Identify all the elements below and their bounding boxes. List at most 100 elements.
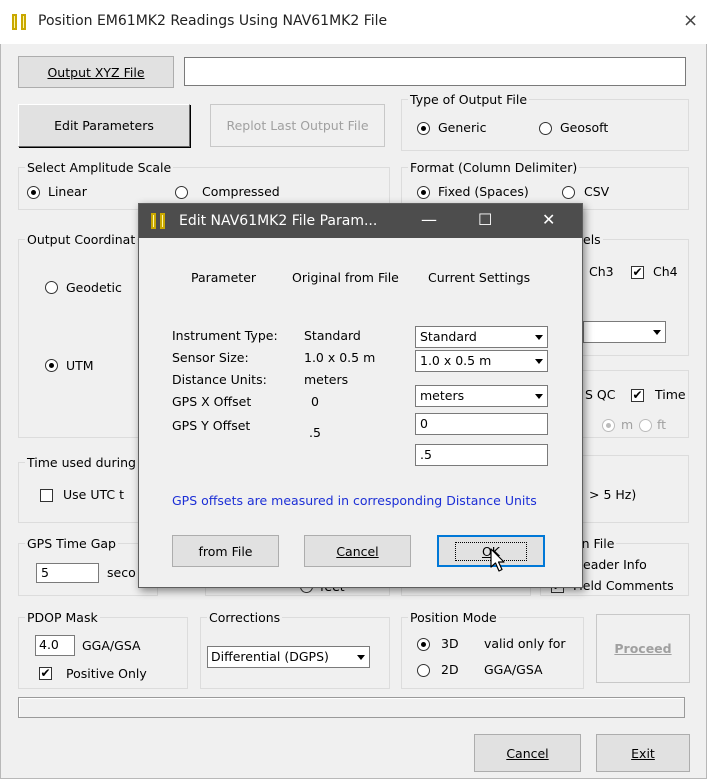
maximize-icon[interactable]: ☐ — [478, 210, 492, 229]
proceed-label: Proceed — [614, 641, 672, 656]
channels-legend: els — [583, 232, 601, 247]
replot-last-output-button[interactable]: Replot Last Output File — [210, 104, 385, 147]
generic-label: Generic — [438, 120, 487, 135]
ch4-checkbox[interactable]: ✔ — [631, 266, 644, 279]
param-original: 1.0 x 0.5 m — [304, 350, 376, 365]
gps-y-offset-input[interactable]: .5 — [415, 444, 548, 466]
mode-note-line1: valid only for — [484, 636, 566, 651]
mode-note-line2: GGA/GSA — [484, 662, 543, 677]
gps-time-gap-unit: seco — [107, 565, 136, 580]
exit-button[interactable]: Exit — [596, 734, 690, 772]
app-icon — [12, 13, 30, 31]
progress-bar — [18, 697, 685, 718]
param-name: GPS Y Offset — [172, 418, 251, 433]
output-path-input[interactable] — [184, 57, 686, 86]
qc-label: S QC — [585, 387, 616, 402]
chevron-down-icon — [530, 328, 546, 346]
chevron-down-icon — [352, 648, 368, 666]
qc-meters-label: m — [621, 417, 634, 432]
geosoft-radio[interactable] — [539, 122, 552, 135]
compressed-radio[interactable] — [175, 186, 188, 199]
mode-2d-radio[interactable] — [417, 664, 430, 677]
dialog-cancel-button[interactable]: Cancel — [304, 535, 411, 567]
window-close-button[interactable]: × — [683, 10, 698, 31]
output-coordinates-group: Output Coordinat — [18, 232, 158, 438]
window-title: Position EM61MK2 Readings Using NAV61MK2… — [38, 13, 388, 29]
chevron-down-icon — [530, 352, 546, 370]
gps-x-offset-input[interactable]: 0 — [415, 413, 548, 435]
linear-radio[interactable] — [27, 186, 40, 199]
dialog-close-icon[interactable]: ✕ — [542, 210, 555, 229]
output-xyz-file-label: Output XYZ File — [47, 64, 145, 80]
sensor-size-value: 1.0 x 0.5 m — [420, 353, 492, 368]
output-type-legend: Type of Output File — [410, 92, 528, 107]
fixed-spaces-label: Fixed (Spaces) — [438, 184, 529, 199]
time-label: Time — [655, 387, 686, 402]
instrument-type-select[interactable]: Standard — [415, 326, 548, 348]
dialog-app-icon — [151, 212, 169, 230]
use-utc-label: Use UTC t — [63, 487, 124, 502]
pdop-input[interactable]: 4.0 — [35, 635, 75, 656]
proceed-button[interactable]: Proceed — [596, 614, 690, 683]
param-name: GPS X Offset — [172, 394, 252, 409]
utm-radio[interactable] — [45, 359, 58, 372]
header-original: Original from File — [292, 270, 399, 285]
header-parameter: Parameter — [191, 270, 257, 285]
cancel-button[interactable]: Cancel — [474, 734, 581, 772]
from-file-button[interactable]: from File — [172, 535, 279, 567]
param-name: Sensor Size: — [172, 350, 249, 365]
edit-parameters-label: Edit Parameters — [54, 118, 154, 133]
corrections-select[interactable]: Differential (DGPS) — [207, 646, 370, 668]
qc-feet-radio[interactable] — [639, 419, 652, 432]
geodetic-label: Geodetic — [66, 280, 122, 295]
field-comments-label: Field Comments — [573, 578, 674, 593]
param-original: .5 — [309, 425, 321, 440]
time-checkbox[interactable]: ✔ — [631, 389, 644, 402]
param-name: Distance Units: — [172, 372, 267, 387]
dialog-title: Edit NAV61MK2 File Param... — [179, 213, 378, 229]
pdop-mask-legend: PDOP Mask — [27, 610, 98, 625]
dialog-cancel-label: Cancel — [336, 543, 379, 559]
channel-select[interactable] — [583, 321, 666, 343]
param-name: Instrument Type: — [172, 328, 278, 343]
replot-last-output-label: Replot Last Output File — [226, 118, 369, 133]
ch3-label: Ch3 — [589, 264, 614, 279]
use-utc-checkbox[interactable] — [40, 489, 53, 502]
ch4-label: Ch4 — [653, 264, 678, 279]
qc-feet-label: ft — [657, 417, 667, 432]
csv-radio[interactable] — [562, 186, 575, 199]
corrections-select-value: Differential (DGPS) — [211, 649, 329, 664]
fixed-spaces-radio[interactable] — [417, 186, 430, 199]
dialog-titlebar: Edit NAV61MK2 File Param... — ☐ ✕ — [139, 204, 582, 238]
from-file-label: from File — [198, 543, 253, 559]
minimize-icon[interactable]: — — [421, 210, 437, 229]
edit-parameters-button[interactable]: Edit Parameters — [18, 104, 190, 147]
position-mode-legend: Position Mode — [410, 610, 497, 625]
edit-parameters-dialog: Edit NAV61MK2 File Param... — ☐ ✕ Parame… — [138, 203, 583, 588]
gps-time-gap-input[interactable]: 5 — [36, 563, 99, 583]
header-info-label: eader Info — [583, 557, 647, 572]
amplitude-scale-legend: Select Amplitude Scale — [27, 160, 172, 175]
generic-radio[interactable] — [417, 122, 430, 135]
qc-meters-radio[interactable] — [602, 419, 615, 432]
positive-only-checkbox[interactable]: ✔ — [39, 667, 52, 680]
mode-3d-label: 3D — [441, 636, 459, 651]
geosoft-label: Geosoft — [560, 120, 609, 135]
chevron-down-icon — [648, 323, 664, 341]
param-original: meters — [304, 372, 349, 387]
format-legend: Format (Column Delimiter) — [410, 160, 578, 175]
mouse-cursor-icon — [490, 548, 505, 572]
distance-units-value: meters — [420, 388, 465, 403]
linear-label: Linear — [48, 184, 87, 199]
header-current: Current Settings — [428, 270, 531, 285]
rate-label: > 5 Hz) — [589, 487, 637, 502]
cancel-label: Cancel — [506, 745, 549, 761]
mode-3d-radio[interactable] — [417, 638, 430, 651]
chevron-down-icon — [530, 387, 546, 405]
positive-only-label: Positive Only — [66, 666, 147, 681]
distance-units-select[interactable]: meters — [415, 385, 548, 407]
sensor-size-select[interactable]: 1.0 x 0.5 m — [415, 350, 548, 372]
output-xyz-file-button[interactable]: Output XYZ File — [18, 56, 174, 88]
main-titlebar: Position EM61MK2 Readings Using NAV61MK2… — [0, 0, 707, 44]
geodetic-radio[interactable] — [45, 281, 58, 294]
